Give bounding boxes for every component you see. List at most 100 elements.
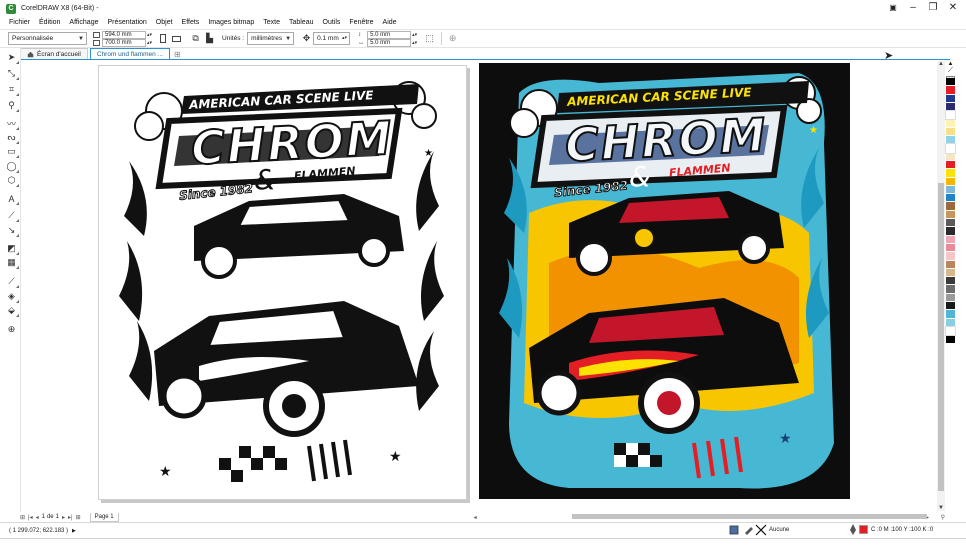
- dup-x-field[interactable]: 5.0 mm: [367, 30, 412, 39]
- page-width-field[interactable]: 594.0 mm: [102, 30, 146, 39]
- palette-swatch[interactable]: [945, 325, 956, 337]
- connector-tool-icon[interactable]: ↘: [6, 225, 19, 237]
- palette-swatch[interactable]: [946, 335, 955, 344]
- palette-swatch[interactable]: [946, 169, 955, 178]
- palette-swatch[interactable]: [945, 143, 956, 154]
- menu-aide[interactable]: Aide: [383, 19, 397, 26]
- height-stepper[interactable]: ▴▾: [147, 40, 152, 46]
- freehand-tool-icon[interactable]: 〰: [6, 118, 19, 130]
- page-height-field[interactable]: 700.0 mm: [102, 38, 146, 47]
- palette-swatch[interactable]: [946, 260, 955, 269]
- vertical-scrollbar[interactable]: ▲ ▼: [937, 61, 945, 511]
- menu-effets[interactable]: Effets: [182, 19, 200, 26]
- zoom-tool-icon[interactable]: ⚲: [6, 100, 19, 112]
- dup-y-field[interactable]: 5.0 mm: [367, 38, 412, 47]
- palette-swatch[interactable]: [946, 243, 955, 253]
- menu-fenetre[interactable]: Fenêtre: [349, 19, 373, 26]
- palette-swatch[interactable]: [946, 210, 955, 220]
- palette-swatch[interactable]: [946, 202, 955, 211]
- polygon-tool-icon[interactable]: ⬡: [6, 175, 19, 187]
- eyedropper-icon[interactable]: ⟋: [6, 276, 19, 288]
- ellipse-tool-icon[interactable]: ◯: [6, 161, 19, 173]
- palette-swatch[interactable]: [946, 302, 955, 311]
- scroll-down-icon[interactable]: ▼: [937, 505, 945, 511]
- menu-affichage[interactable]: Affichage: [69, 19, 98, 26]
- nudge-field[interactable]: 0.1 mm ▴▾: [313, 32, 351, 45]
- palette-swatch[interactable]: [946, 160, 955, 170]
- coreldraw-app-icon[interactable]: C: [6, 3, 16, 14]
- minimize-button[interactable]: –: [908, 2, 918, 13]
- menu-images-bitmap[interactable]: Images bitmap: [208, 19, 254, 26]
- palette-swatch[interactable]: [946, 268, 955, 278]
- landscape-icon[interactable]: [170, 32, 183, 45]
- page-tab[interactable]: Page 1: [89, 512, 119, 522]
- drawing-canvas[interactable]: ★ ★ ★ AMERICAN CAR SCENE LIVE CHROM & FL…: [22, 61, 937, 509]
- tab-welcome-screen[interactable]: Écran d'accueil: [20, 48, 88, 59]
- all-pages-icon[interactable]: ⧉: [189, 32, 202, 45]
- palette-swatch[interactable]: [946, 127, 955, 137]
- palette-swatch[interactable]: [946, 227, 955, 236]
- current-page-icon[interactable]: ▙: [203, 32, 216, 45]
- text-tool-icon[interactable]: A: [6, 193, 19, 205]
- transparency-icon[interactable]: ▦: [6, 257, 19, 269]
- parallel-dimension-icon[interactable]: ⟋: [6, 210, 19, 222]
- first-page-button[interactable]: |◂: [28, 514, 33, 521]
- menu-outils[interactable]: Outils: [323, 19, 341, 26]
- palette-swatch[interactable]: [946, 285, 955, 294]
- add-tool-icon[interactable]: ⊕: [6, 324, 17, 335]
- dup-x-stepper[interactable]: ▴▾: [412, 32, 417, 38]
- interactive-fill-icon[interactable]: ◈: [6, 291, 19, 303]
- palette-swatch[interactable]: [946, 86, 955, 95]
- fill-bucket-icon[interactable]: [729, 525, 739, 535]
- palette-swatch[interactable]: [946, 185, 955, 195]
- menu-tableau[interactable]: Tableau: [289, 19, 314, 26]
- palette-swatch[interactable]: [946, 152, 955, 161]
- new-tab-icon[interactable]: ⊞: [174, 50, 181, 59]
- palette-swatch[interactable]: [946, 310, 955, 319]
- dup-y-stepper[interactable]: ▴▾: [412, 40, 417, 46]
- page-bw-artwork[interactable]: ★ ★ ★ AMERICAN CAR SCENE LIVE CHROM & FL…: [98, 65, 467, 500]
- outline-color-swatch[interactable]: [859, 525, 868, 534]
- vertical-scroll-thumb[interactable]: [938, 183, 944, 491]
- palette-swatch[interactable]: [946, 119, 955, 128]
- rectangle-tool-icon[interactable]: ▭: [6, 146, 19, 158]
- smart-fill-icon[interactable]: ⬙: [6, 305, 19, 317]
- close-button[interactable]: ✕: [948, 2, 958, 13]
- screen-icon[interactable]: ▣: [888, 3, 898, 12]
- prev-page-button[interactable]: ◂: [36, 514, 39, 521]
- palette-swatch[interactable]: [946, 177, 955, 186]
- palette-swatch[interactable]: [946, 94, 955, 103]
- menu-texte[interactable]: Texte: [263, 19, 280, 26]
- pen-outline-icon[interactable]: [743, 524, 767, 536]
- add-page-icon[interactable]: ⊞: [76, 514, 81, 521]
- outline-pen-icon[interactable]: [849, 524, 857, 535]
- artistic-media-icon[interactable]: ᔓ: [6, 132, 19, 144]
- horizontal-scroll-thumb[interactable]: [572, 514, 927, 519]
- palette-swatch[interactable]: [945, 110, 956, 121]
- palette-swatch[interactable]: [946, 293, 955, 303]
- crop-tool-icon[interactable]: ⌗: [6, 84, 19, 96]
- next-page-button[interactable]: ▸: [62, 514, 65, 521]
- palette-swatch[interactable]: [946, 136, 955, 145]
- scroll-up-icon[interactable]: ▲: [937, 61, 945, 67]
- pick-tool-icon[interactable]: ➤: [6, 52, 19, 64]
- zoom-icon[interactable]: ⚲: [941, 514, 945, 521]
- palette-swatch[interactable]: [946, 235, 955, 244]
- play-icon[interactable]: ▶: [72, 528, 76, 534]
- palette-swatch[interactable]: [946, 252, 955, 261]
- restore-button[interactable]: ❐: [928, 2, 938, 13]
- last-page-button[interactable]: ▸|: [68, 514, 73, 521]
- palette-swatch[interactable]: [946, 318, 955, 327]
- scroll-left-icon[interactable]: ◂: [474, 514, 477, 521]
- menu-fichier[interactable]: Fichier: [9, 19, 30, 26]
- tab-document[interactable]: Chrom und flammen ...: [89, 48, 170, 59]
- add-property-icon[interactable]: ⊕: [446, 32, 459, 45]
- portrait-icon[interactable]: [156, 32, 169, 45]
- eyedropper-palette-icon[interactable]: ⟋: [946, 67, 955, 75]
- palette-swatch[interactable]: [946, 78, 955, 87]
- palette-swatch[interactable]: [946, 102, 955, 112]
- treat-as-filled-icon[interactable]: ⬚: [423, 32, 436, 45]
- palette-swatch[interactable]: [946, 277, 955, 286]
- menu-objet[interactable]: Objet: [156, 19, 173, 26]
- units-select[interactable]: millimètres ▼: [247, 32, 295, 45]
